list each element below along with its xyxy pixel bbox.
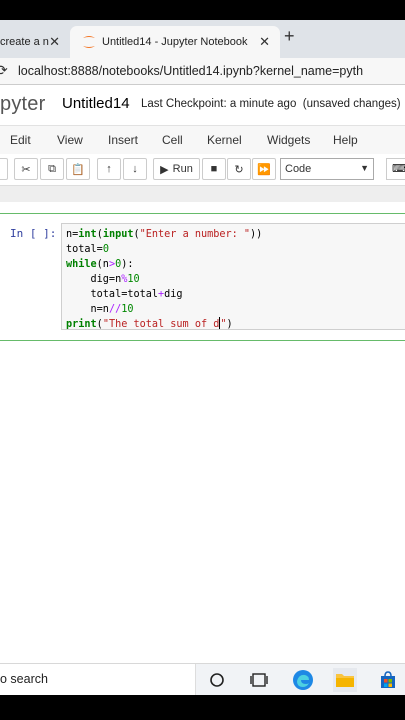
letterbox-bottom	[0, 695, 405, 720]
menu-widgets[interactable]: Widgets	[267, 133, 310, 147]
keyboard-icon: ⌨	[392, 163, 405, 175]
jupyter-header: pyter Untitled14 Last Checkpoint: a minu…	[0, 86, 405, 124]
clipboard-icon: 📋	[71, 163, 85, 176]
copy-button[interactable]: ⧉	[40, 158, 64, 180]
windows-taskbar: o search	[0, 663, 405, 696]
chevron-down-icon: ▼	[360, 163, 369, 173]
paste-button[interactable]: 📋	[66, 158, 90, 180]
move-up-button[interactable]: ↑	[97, 158, 121, 180]
cortana-icon[interactable]	[205, 668, 229, 692]
code-line: total=0	[66, 243, 109, 255]
arrow-down-icon: ↓	[132, 163, 138, 175]
screen: create a n ✕ Untitled14 - Jupyter Notebo…	[0, 0, 405, 720]
restart-run-all-button[interactable]: ⏩	[252, 158, 276, 180]
reload-icon[interactable]: ⟳	[0, 62, 8, 79]
cell-type-value: Code	[285, 163, 312, 175]
stop-icon: ■	[210, 163, 218, 175]
code-text: n=int(input("Enter a number: ")) total=0…	[62, 224, 405, 337]
play-icon: ▶	[160, 163, 169, 176]
code-editor[interactable]: n=int(input("Enter a number: ")) total=0…	[61, 223, 405, 330]
cell-prompt: In [ ]:	[10, 227, 57, 240]
jupyter-logo-text[interactable]: pyter	[0, 93, 45, 116]
notebook-header-divider	[0, 185, 405, 203]
code-line: n=int(input("Enter a number: "))	[66, 229, 263, 240]
tab-label: create a n	[0, 36, 49, 48]
restart-icon: ↻	[234, 163, 244, 176]
new-tab-button[interactable]: +	[284, 26, 295, 47]
url-text: localhost:8888/notebooks/Untitled14.ipyn…	[18, 64, 364, 78]
code-line: dig=n%10	[66, 273, 140, 285]
notebook-title[interactable]: Untitled14	[62, 95, 130, 112]
menu-view[interactable]: View	[57, 133, 83, 147]
interrupt-button[interactable]: ■	[202, 158, 226, 180]
cut-button[interactable]: ✂	[14, 158, 38, 180]
notebook-toolbar: ✂ ⧉ 📋 ↑ ↓ ▶ Run ■ ↻ ⏩ Code ▼ ⌨	[0, 154, 405, 184]
arrow-up-icon: ↑	[106, 163, 112, 175]
browser-tab-inactive[interactable]: create a n ✕	[0, 26, 70, 58]
search-placeholder: o search	[0, 672, 48, 686]
browser-tab-bar: create a n ✕ Untitled14 - Jupyter Notebo…	[0, 20, 405, 58]
letterbox-top	[0, 0, 405, 20]
move-down-button[interactable]: ↓	[123, 158, 147, 180]
menu-edit[interactable]: Edit	[10, 133, 31, 147]
scissors-icon: ✂	[21, 163, 31, 176]
menu-insert[interactable]: Insert	[108, 133, 138, 147]
command-palette-button[interactable]: ⌨	[386, 158, 405, 180]
taskbar-search-box[interactable]: o search	[0, 664, 196, 696]
browser-tab-active[interactable]: Untitled14 - Jupyter Notebook ✕	[70, 26, 280, 58]
code-line: while(n>0):	[66, 258, 134, 270]
save-button[interactable]	[0, 158, 8, 180]
run-button[interactable]: ▶ Run	[153, 158, 200, 180]
notebook-container: In [ ]: n=int(input("Enter a number: "))…	[0, 202, 405, 662]
task-view-icon[interactable]	[247, 668, 271, 692]
menu-bar: Edit View Insert Cell Kernel Widgets Hel…	[0, 125, 405, 155]
fast-forward-icon: ⏩	[257, 163, 271, 176]
checkpoint-status: Last Checkpoint: a minute ago (unsaved c…	[141, 98, 401, 110]
run-label: Run	[172, 163, 193, 175]
file-explorer-icon[interactable]	[333, 668, 357, 692]
code-line: n=n//10	[66, 303, 134, 315]
address-bar[interactable]: ⟳ localhost:8888/notebooks/Untitled14.ip…	[0, 58, 405, 85]
menu-help[interactable]: Help	[333, 133, 358, 147]
restart-button[interactable]: ↻	[227, 158, 251, 180]
cell-type-select[interactable]: Code ▼	[280, 158, 374, 180]
menu-cell[interactable]: Cell	[162, 133, 183, 147]
code-line: total=total+dig	[66, 288, 183, 300]
close-icon[interactable]: ✕	[49, 34, 60, 50]
edge-browser-icon[interactable]	[291, 668, 315, 692]
store-icon[interactable]	[376, 668, 400, 692]
checkpoint-text: Last Checkpoint: a minute ago	[141, 98, 297, 110]
code-line: print("The total sum of d")	[66, 317, 233, 331]
close-icon[interactable]: ✕	[259, 34, 270, 50]
copy-icon: ⧉	[48, 162, 56, 175]
menu-kernel[interactable]: Kernel	[207, 133, 242, 147]
autosave-status: (unsaved changes)	[302, 98, 401, 110]
tab-label: Untitled14 - Jupyter Notebook	[102, 36, 248, 48]
code-cell[interactable]: In [ ]: n=int(input("Enter a number: "))…	[0, 213, 405, 341]
jupyter-tab-icon	[82, 35, 96, 49]
